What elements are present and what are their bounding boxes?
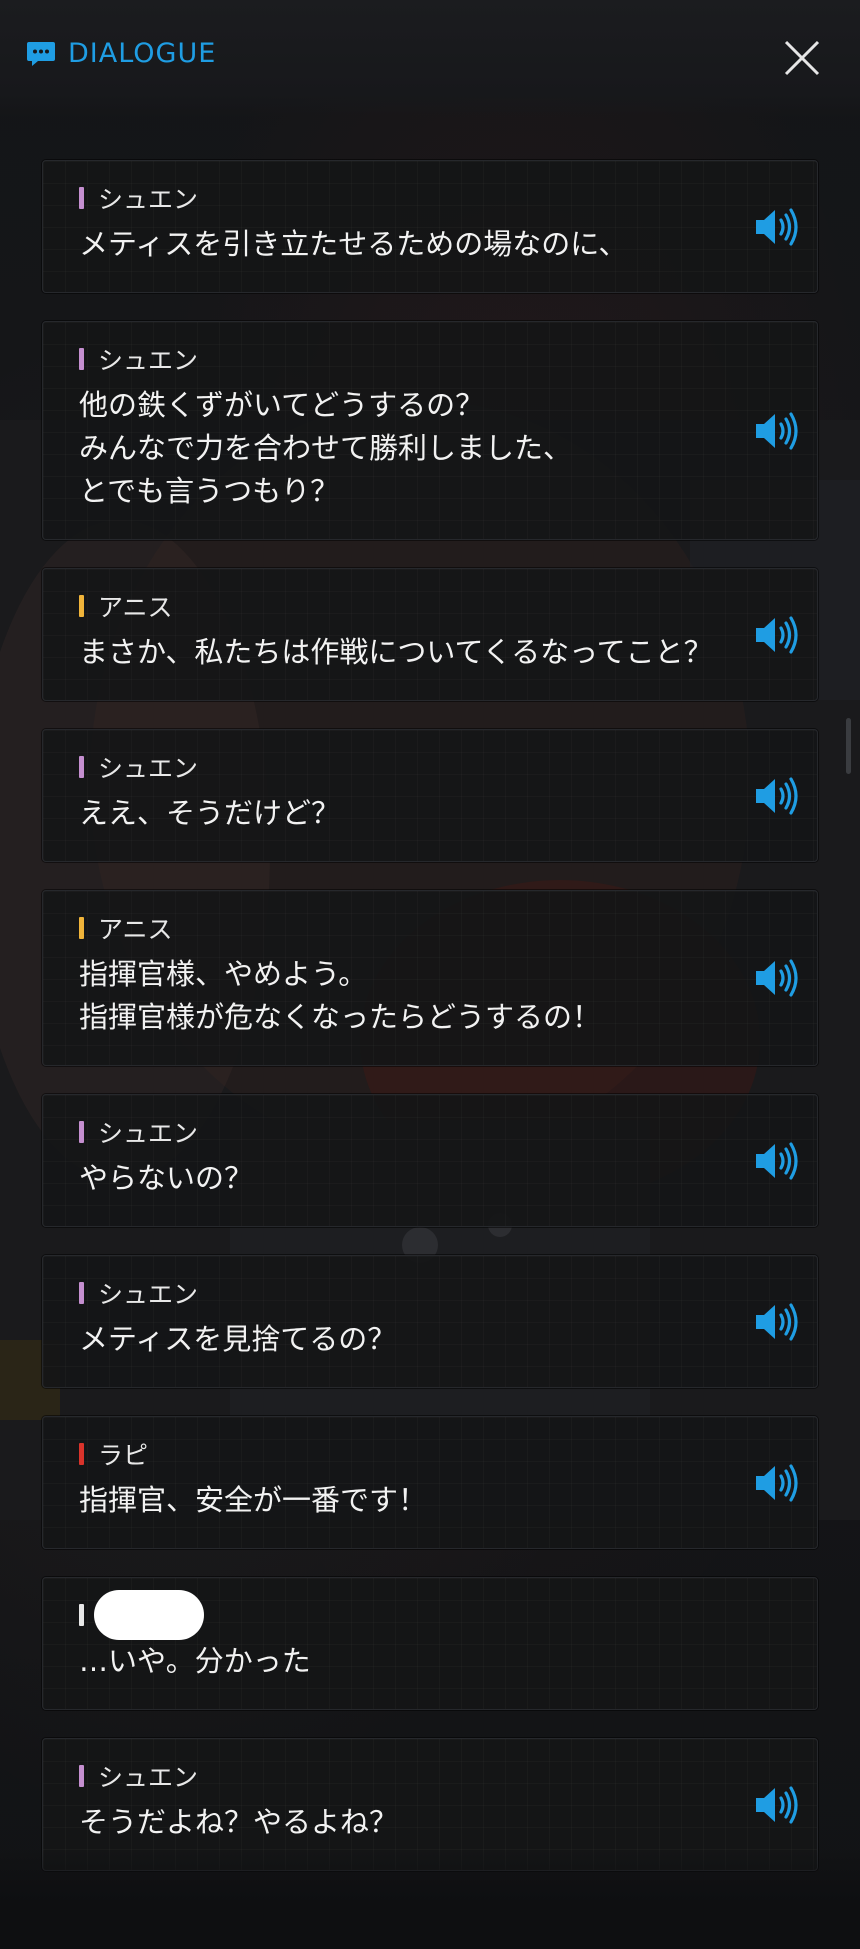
- dialogue-entry: アニス指揮官様、やめよう。指揮官様が危なくなったらどうするの！: [42, 890, 818, 1066]
- dialogue-line: そうだよね？やるよね？: [79, 1805, 399, 1839]
- dialogue-line: やらないの？: [79, 1161, 254, 1195]
- bottom-fade: [0, 1850, 860, 1949]
- dialogue-list[interactable]: シュエン メティスを引き立たせるための場なのに、 シュエン 他の鉄くずがいてどうするの…: [42, 160, 818, 1899]
- speaker-row: シュエン: [79, 183, 707, 214]
- speaker-color-bar: [79, 348, 84, 370]
- speaker-name: シュエン: [98, 1119, 199, 1148]
- speaker-row: シュエン: [79, 752, 707, 783]
- close-icon[interactable]: [780, 36, 824, 80]
- dialogue-entry: シュエンメティスを引き立たせるための場なのに、: [42, 160, 818, 293]
- speaker-volume-icon[interactable]: [753, 205, 801, 249]
- dialogue-entry: …いや。分かった: [42, 1577, 818, 1710]
- speaker-volume-icon[interactable]: [753, 613, 801, 657]
- speaker-name: シュエン: [98, 185, 199, 214]
- dialogue-entry: シュエン他の鉄くずがいてどうするの？ みんなで力を合わせて勝利しました、 とでも言う…: [42, 321, 818, 540]
- dialogue-line: 指揮官様、やめよう。: [79, 957, 368, 991]
- dialogue-entry: アニスまさか、私たちは作戦についてくるなってこと？: [42, 568, 818, 701]
- speaker-name: シュエン: [98, 1763, 199, 1792]
- dialogue-line: まさか、私たちは作戦についてくるなってこと？: [79, 635, 713, 669]
- speaker-name: ラピ: [98, 1441, 149, 1470]
- dialogue-entry: ラピ指揮官、安全が一番です！: [42, 1416, 818, 1549]
- speaker-name: シュエン: [98, 1280, 199, 1309]
- speaker-volume-icon[interactable]: [753, 774, 801, 818]
- dialogue-line: メティスを見捨てるの？: [79, 1322, 397, 1356]
- dialogue-entry: シュエンやらないの？: [42, 1094, 818, 1227]
- speaker-color-bar: [79, 595, 84, 617]
- speaker-row: アニス: [79, 591, 707, 622]
- speaker-row: ラピ: [79, 1439, 707, 1470]
- speaker-volume-icon[interactable]: [753, 1139, 801, 1183]
- speaker-name: アニス: [98, 915, 173, 944]
- dialogue-screen: DIALOGUE シュエン メティスを引き立たせるための場なのに、 シュエン 他の鉄く…: [0, 0, 860, 1949]
- speaker-color-bar: [79, 1765, 84, 1787]
- speaker-row: シュエン: [79, 1761, 707, 1792]
- speaker-color-bar: [79, 1282, 84, 1304]
- page-title: DIALOGUE: [68, 38, 217, 69]
- speaker-row: シュエン: [79, 1278, 707, 1309]
- dialogue-line: とでも言うつもり？: [79, 474, 340, 508]
- redacted-speaker-name: [94, 1590, 204, 1640]
- speaker-color-bar: [79, 756, 84, 778]
- header-title: DIALOGUE: [26, 38, 216, 69]
- speaker-name: シュエン: [98, 346, 199, 375]
- speaker-volume-icon[interactable]: [753, 409, 801, 453]
- speaker-color-bar: [79, 917, 84, 939]
- dialogue-line: 指揮官様が危なくなったらどうするの！: [79, 1000, 602, 1034]
- dialogue-line: …いや。分かった: [79, 1644, 311, 1678]
- speaker-name: シュエン: [98, 754, 199, 783]
- header-bar: DIALOGUE: [0, 0, 860, 118]
- chat-bubble-icon: [27, 41, 55, 66]
- dialogue-entry: シュエンええ、そうだけど？: [42, 729, 818, 862]
- speaker-row: シュエン: [79, 1117, 707, 1148]
- speaker-row: アニス: [79, 913, 707, 944]
- dialogue-line: 指揮官、安全が一番です！: [79, 1483, 428, 1517]
- speaker-row: シュエン: [79, 344, 707, 375]
- dialogue-line: みんなで力を合わせて勝利しました、: [79, 431, 573, 465]
- dialogue-line: 他の鉄くずがいてどうするの？: [79, 388, 485, 422]
- speaker-volume-icon[interactable]: [753, 1783, 801, 1827]
- speaker-row: [79, 1590, 707, 1640]
- speaker-volume-icon[interactable]: [753, 1461, 801, 1505]
- speaker-name: アニス: [98, 593, 173, 622]
- speaker-volume-icon[interactable]: [753, 956, 801, 1000]
- dialogue-line: ええ、そうだけど？: [79, 796, 341, 830]
- speaker-color-bar: [79, 1604, 84, 1626]
- speaker-color-bar: [79, 187, 84, 209]
- speaker-color-bar: [79, 1443, 84, 1465]
- speaker-volume-icon[interactable]: [753, 1300, 801, 1344]
- speaker-color-bar: [79, 1121, 84, 1143]
- dialogue-line: メティスを引き立たせるための場なのに、: [79, 227, 628, 261]
- scrollbar[interactable]: [846, 718, 851, 774]
- dialogue-entry: シュエンメティスを見捨てるの？: [42, 1255, 818, 1388]
